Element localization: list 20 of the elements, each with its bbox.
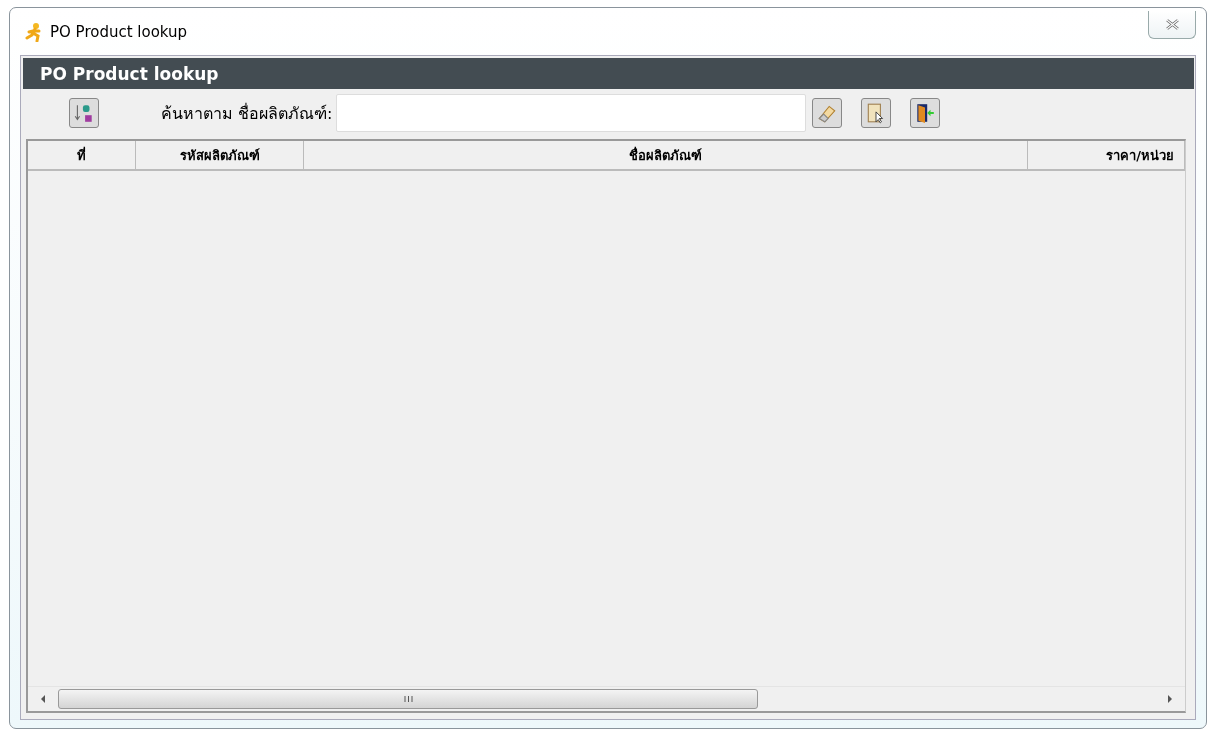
column-header[interactable]: รหัสผลิตภัณฑ์ xyxy=(135,141,305,169)
clear-button[interactable] xyxy=(812,98,843,128)
search-label: ค้นหาตาม ชื่อผลิตภัณฑ์: xyxy=(161,102,333,125)
door-exit-icon xyxy=(914,102,937,124)
column-header[interactable]: ราคา/หน่วย xyxy=(1028,141,1185,169)
scroll-thumb[interactable] xyxy=(58,689,758,709)
column-header[interactable]: ที่ xyxy=(28,141,136,169)
select-button[interactable] xyxy=(861,98,892,128)
sort-button[interactable] xyxy=(69,98,99,128)
panel-header: PO Product lookup xyxy=(23,58,1194,89)
scroll-left-icon xyxy=(40,695,46,703)
window-title: PO Product lookup xyxy=(50,22,189,41)
close-button[interactable] xyxy=(1148,10,1196,39)
horizontal-scrollbar[interactable] xyxy=(28,686,1185,711)
column-header[interactable]: ชื่อผลิตภัณฑ์ xyxy=(304,141,1029,169)
grip-icon xyxy=(403,695,413,703)
exit-button[interactable] xyxy=(910,98,941,128)
search-field[interactable] xyxy=(336,94,807,132)
close-icon xyxy=(1164,18,1180,30)
scroll-right-icon xyxy=(1167,695,1173,703)
